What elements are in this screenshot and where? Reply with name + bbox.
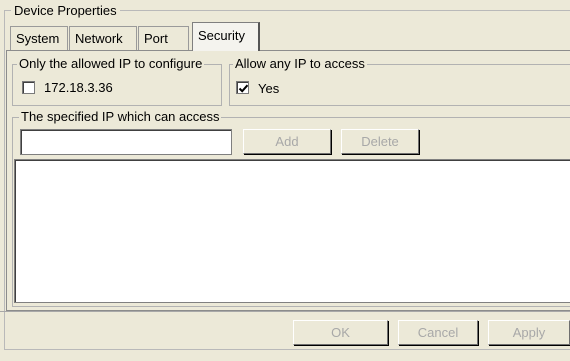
cancel-button[interactable]: Cancel bbox=[398, 320, 478, 345]
allow-any-ip-checkbox[interactable] bbox=[236, 81, 249, 94]
allowed-ip-group-title: Only the allowed IP to configure bbox=[17, 56, 205, 71]
add-button[interactable]: Add bbox=[243, 129, 331, 154]
allow-any-ip-group-title: Allow any IP to access bbox=[233, 56, 367, 71]
tab-port[interactable]: Port bbox=[138, 26, 189, 50]
allowed-ip-checkbox[interactable] bbox=[22, 81, 35, 94]
ok-button[interactable]: OK bbox=[293, 320, 388, 345]
specified-ip-group-title: The specified IP which can access bbox=[19, 109, 222, 124]
ip-address-input[interactable] bbox=[20, 129, 232, 155]
footer-separator bbox=[0, 311, 570, 312]
allowed-ip-list[interactable] bbox=[14, 159, 570, 303]
tab-system[interactable]: System bbox=[10, 26, 68, 50]
tab-network[interactable]: Network bbox=[69, 26, 137, 50]
checkmark-icon bbox=[238, 84, 249, 93]
allowed-ip-checkbox-label[interactable]: 172.18.3.36 bbox=[44, 80, 113, 95]
tab-security[interactable]: Security bbox=[192, 22, 260, 51]
device-properties-title: Device Properties bbox=[11, 3, 120, 18]
allow-any-ip-checkbox-label[interactable]: Yes bbox=[258, 81, 279, 96]
apply-button[interactable]: Apply bbox=[488, 320, 570, 345]
delete-button[interactable]: Delete bbox=[341, 129, 419, 154]
